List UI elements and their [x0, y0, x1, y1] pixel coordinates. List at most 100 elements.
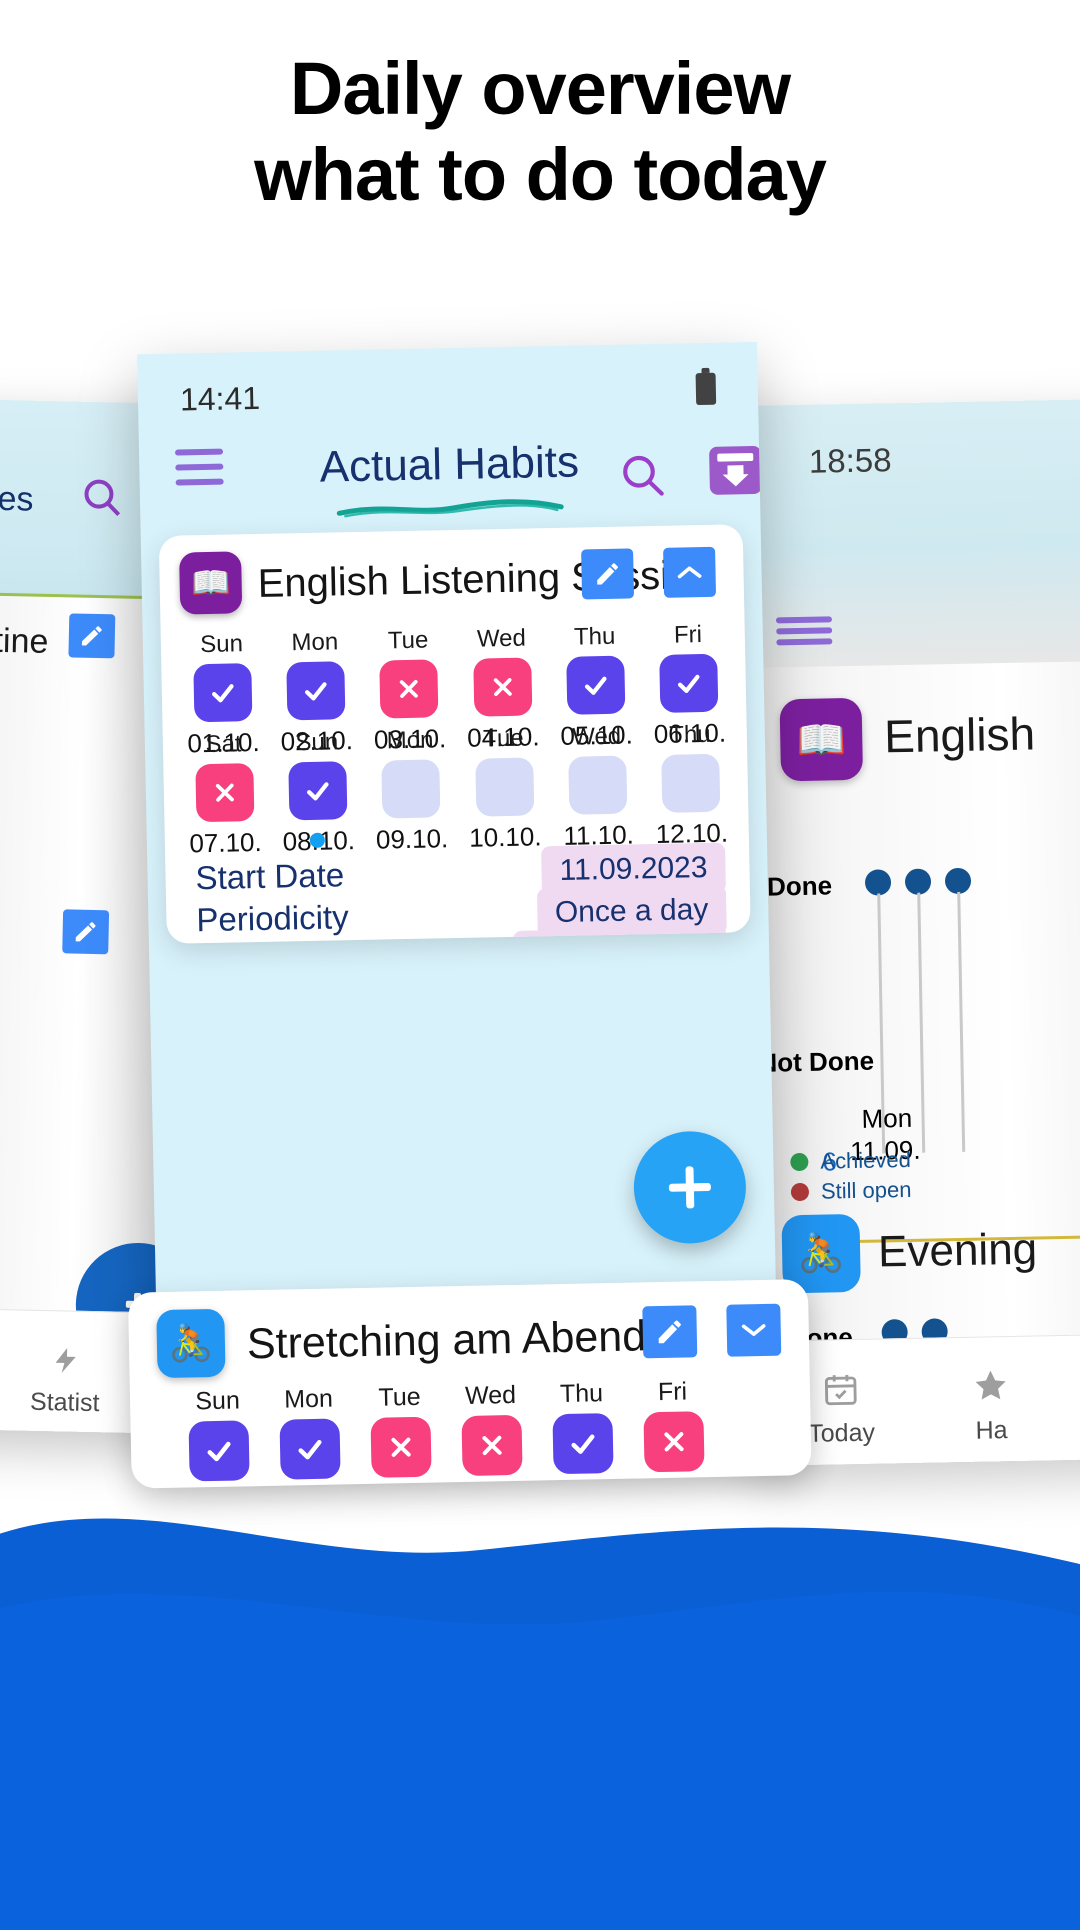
status-check-icon[interactable] — [288, 761, 347, 820]
chart-point — [865, 869, 891, 895]
day-date: 07.10. — [179, 827, 273, 860]
status-cross-icon[interactable] — [461, 1415, 522, 1476]
status-check-icon[interactable] — [188, 1420, 249, 1481]
battery-icon — [696, 373, 717, 405]
bg-right-status-time: 18:58 — [809, 441, 892, 481]
day-name: Thu — [536, 1379, 628, 1410]
status-empty-box[interactable] — [661, 754, 720, 813]
sidebar-item-habits[interactable]: Ha — [930, 1366, 1051, 1446]
chevron-up-icon[interactable] — [663, 547, 716, 598]
detail-label-periodicity: Periodicity — [196, 898, 349, 939]
chevron-down-icon[interactable] — [726, 1304, 781, 1357]
day-cell[interactable]: Wed 11.10. — [550, 722, 646, 852]
day-name: Sun — [175, 630, 269, 660]
day-date: 01.10. — [174, 1486, 266, 1489]
status-bar-time: 14:41 — [180, 380, 261, 419]
status-check-icon[interactable] — [193, 663, 252, 722]
habit-week-row-1: Sun 01.10. Mon 02.10. Tue 03.10. — [172, 1376, 775, 1489]
status-cross-icon[interactable] — [643, 1411, 704, 1472]
add-habit-button[interactable] — [633, 1130, 747, 1244]
chart-point — [945, 868, 971, 894]
day-name: Sun — [270, 728, 364, 758]
cyclist-icon: 🚴 — [156, 1309, 225, 1378]
nav-label: Statist — [30, 1388, 100, 1417]
day-date: 03.10. — [356, 1482, 448, 1488]
chart-point — [905, 868, 931, 894]
bg-left-title: nes — [0, 479, 34, 519]
legend-dot-achieved — [790, 1153, 808, 1171]
day-name: Fri — [641, 620, 735, 650]
chart-done-label: Done — [767, 870, 833, 902]
legend-label-stillopen: Still open — [821, 1177, 912, 1205]
day-cell[interactable]: Mon 02.10. — [263, 1384, 357, 1488]
day-cell[interactable]: Sat 07.10. — [177, 730, 273, 860]
status-empty-box[interactable] — [475, 757, 534, 816]
habit-title: English Listening Session — [257, 553, 714, 607]
open-book-icon: 📖 — [179, 551, 242, 614]
day-date: 06.10. — [629, 1477, 721, 1489]
day-cell[interactable]: Thu 05.10. — [536, 1379, 630, 1489]
day-cell[interactable]: Thu 12.10. — [643, 720, 739, 850]
pencil-edit-icon[interactable] — [581, 548, 634, 599]
bg-right-card-title: English — [884, 706, 1036, 763]
day-name: Wed — [454, 624, 548, 654]
day-name: Wed — [445, 1381, 537, 1412]
habit-card[interactable]: 📖 English Listening Session Sun 01.10. M… — [159, 524, 751, 944]
status-check-icon[interactable] — [286, 661, 345, 720]
day-name: Tue — [361, 626, 455, 656]
hamburger-menu-icon[interactable] — [776, 614, 833, 654]
pencil-edit-icon[interactable] — [642, 1305, 697, 1358]
day-date: 10.10. — [458, 821, 552, 854]
day-name: Tue — [354, 1382, 446, 1413]
status-cross-icon[interactable] — [473, 657, 532, 716]
day-date: 05.10. — [538, 1479, 630, 1489]
status-check-icon[interactable] — [566, 656, 625, 715]
day-name: Mon — [363, 726, 457, 756]
day-cell[interactable]: Fri 06.10. — [627, 1377, 721, 1489]
status-empty-box[interactable] — [381, 759, 440, 818]
chart-stem — [957, 892, 965, 1152]
habit-card[interactable]: 🚴 Stretching am Abend Sun 01.10. Mon 02.… — [128, 1279, 812, 1489]
headline-line-1: Daily overview — [290, 47, 790, 130]
sidebar-item-statistics[interactable]: Statist — [0, 1342, 141, 1419]
day-cell[interactable]: Mon 09.10. — [363, 726, 459, 856]
day-name: Mon — [268, 628, 362, 658]
chart-stem — [917, 893, 925, 1153]
day-name: Thu — [548, 622, 642, 652]
day-cell[interactable]: Tue 10.10. — [456, 724, 552, 854]
status-cross-icon[interactable] — [195, 763, 254, 822]
status-cross-icon[interactable] — [379, 659, 438, 718]
legend-dot-stillopen — [791, 1183, 809, 1201]
day-name: Wed — [550, 722, 644, 752]
headline-line-2: what to do today — [0, 132, 1080, 218]
day-date: 04.10. — [447, 1481, 539, 1489]
search-icon[interactable] — [617, 450, 668, 506]
main-phone-screen: 14:41 Actual Habits 📖 English Listening … — [137, 342, 779, 1450]
day-name: Sat — [177, 730, 271, 760]
day-date: 09.10. — [365, 823, 459, 856]
status-check-icon[interactable] — [552, 1413, 613, 1474]
status-check-icon[interactable] — [659, 654, 718, 713]
day-name: Thu — [643, 720, 737, 750]
day-cell[interactable]: Sun 01.10. — [172, 1386, 266, 1489]
archive-download-icon[interactable] — [709, 446, 762, 495]
status-empty-box[interactable] — [568, 756, 627, 815]
habit-title: Stretching am Abend — [246, 1312, 646, 1369]
status-check-icon[interactable] — [279, 1418, 340, 1479]
search-icon[interactable] — [78, 474, 125, 526]
day-cell[interactable]: Tue 03.10. — [354, 1382, 448, 1488]
pencil-edit-icon[interactable] — [62, 909, 109, 954]
title-underline-decoration — [335, 496, 565, 526]
bg-left-row-label: outine — [0, 621, 49, 662]
day-name: Sun — [172, 1386, 264, 1417]
pencil-edit-icon[interactable] — [68, 613, 115, 658]
legend-label-achieved: Achieved — [820, 1147, 911, 1175]
day-cell[interactable]: Wed 04.10. — [445, 1381, 539, 1489]
status-cross-icon[interactable] — [370, 1417, 431, 1478]
bg-right-card2-title: Evening — [878, 1225, 1038, 1278]
detail-label-reminder: Reminder — [197, 940, 341, 943]
blue-wave-decoration — [0, 1430, 1080, 1930]
nav-label: Ha — [975, 1416, 1008, 1445]
nav-label: Today — [808, 1419, 875, 1448]
page-title: Daily overview what to do today — [0, 46, 1080, 218]
